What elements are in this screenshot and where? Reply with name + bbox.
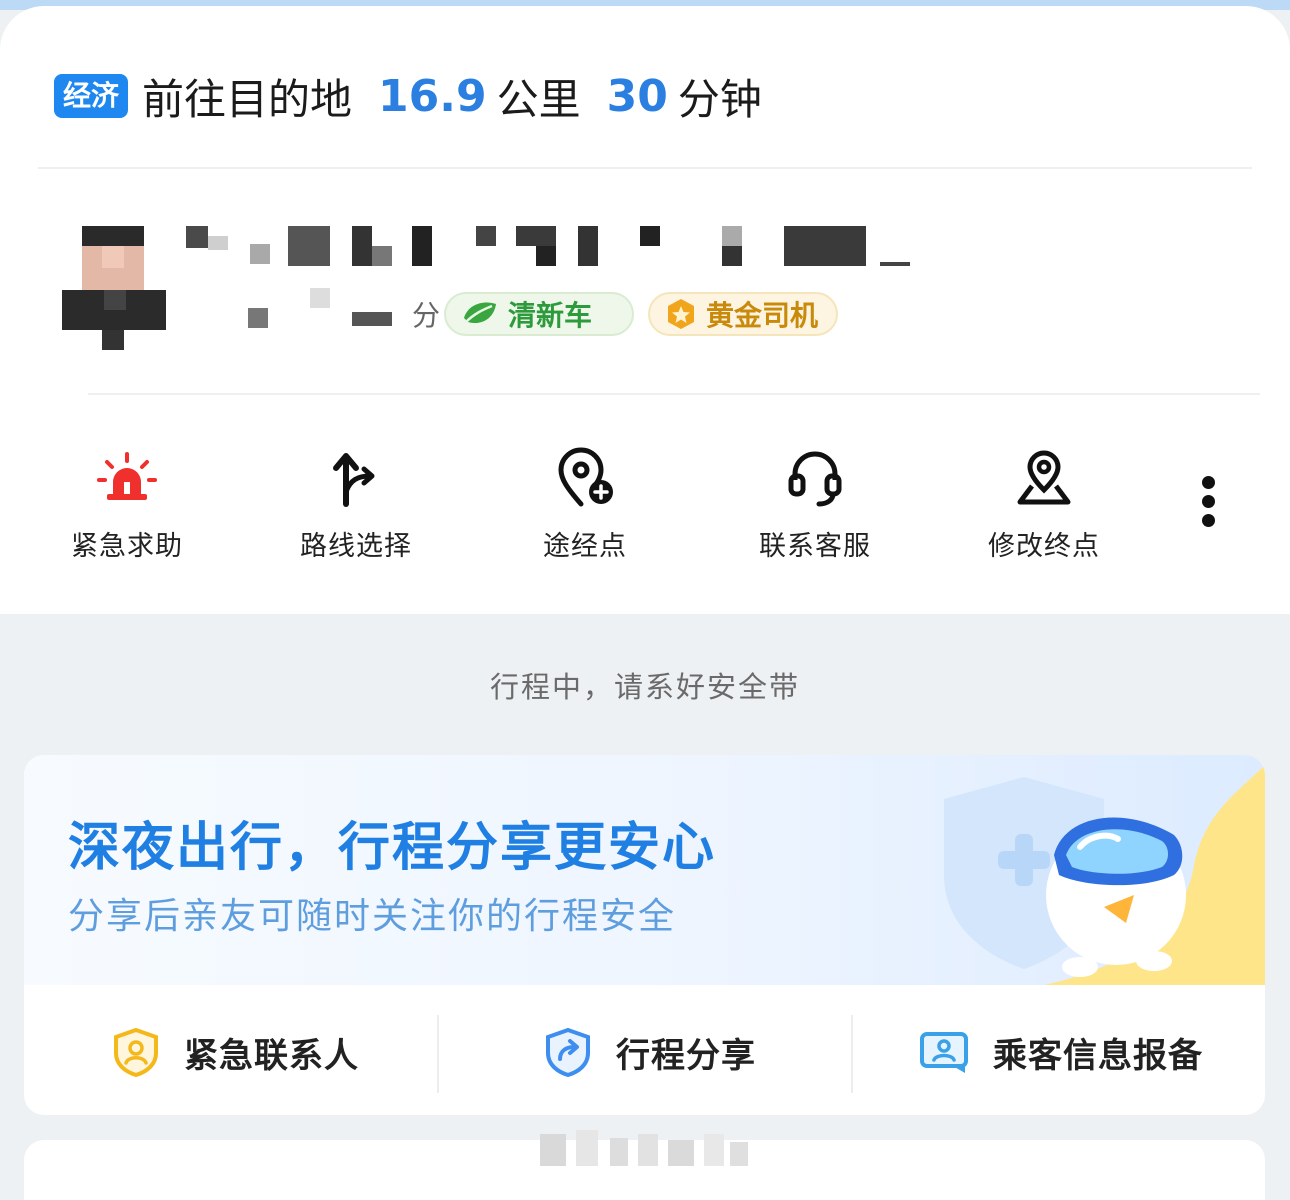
route-fork-icon — [333, 453, 375, 507]
emergency-contact-button[interactable]: 紧急联系人 — [112, 1027, 359, 1077]
action-emergency[interactable]: 紧急求助 — [47, 446, 207, 563]
seatbelt-notice: 行程中，请系好安全带 — [489, 670, 800, 704]
trip-header: 经济 前往目的地 16.9 公里 30 分钟 — [54, 66, 762, 126]
trip-share-banner[interactable]: 深夜出行，行程分享更安心 分享后亲友可随时关注你的行程安全 — [24, 755, 1265, 985]
safety-actions: 紧急联系人 行程分享 乘客信息报备 — [24, 985, 1265, 1115]
safety-item-label: 紧急联系人 — [184, 1035, 359, 1076]
mascot-shield-illustration — [944, 765, 1265, 985]
action-waypoint[interactable]: 途经点 — [505, 446, 665, 563]
divider — [88, 393, 1260, 395]
badge-clean-car: 清新车 — [444, 292, 634, 336]
action-label: 联系客服 — [759, 531, 871, 562]
divider — [437, 1015, 439, 1093]
divider — [851, 1015, 853, 1093]
emergency-contact-shield-icon — [114, 1027, 158, 1077]
driver-avatar[interactable] — [62, 226, 166, 350]
share-trip-shield-icon — [546, 1027, 590, 1077]
more-vertical-icon — [1202, 476, 1215, 489]
trip-title: 前往目的地 — [142, 74, 353, 124]
watermark-redacted — [540, 1130, 748, 1166]
action-label: 紧急求助 — [71, 531, 183, 562]
driver-rating-suffix: 分 — [412, 299, 441, 332]
safety-card: 深夜出行，行程分享更安心 分享后亲友可随时关注你的行程安全 紧急联系人 行程分享… — [24, 755, 1265, 1115]
action-label: 路线选择 — [300, 531, 412, 562]
share-trip-button[interactable]: 行程分享 — [544, 1027, 756, 1077]
banner-subtitle: 分享后亲友可随时关注你的行程安全 — [68, 896, 677, 937]
gold-medal-icon — [668, 299, 694, 329]
banner-title: 深夜出行，行程分享更安心 — [68, 818, 717, 878]
distance-value: 16.9 — [378, 70, 487, 122]
more-button[interactable] — [1196, 474, 1222, 530]
action-customer-service[interactable]: 联系客服 — [735, 446, 895, 563]
badge-gold-driver: 黄金司机 — [648, 292, 838, 336]
distance-unit: 公里 — [496, 74, 581, 124]
leaf-icon — [464, 302, 496, 324]
safety-item-label: 行程分享 — [616, 1035, 756, 1076]
badge-label: 黄金司机 — [706, 299, 819, 332]
action-edit-destination[interactable]: 修改终点 — [964, 446, 1124, 563]
passenger-info-card-icon — [920, 1032, 968, 1073]
passenger-info-button[interactable]: 乘客信息报备 — [919, 1027, 1203, 1077]
action-label: 途经点 — [543, 531, 627, 562]
badge-label: 清新车 — [508, 299, 593, 332]
add-waypoint-icon — [558, 447, 613, 507]
siren-icon — [97, 452, 157, 500]
duration-value: 30 — [606, 70, 668, 122]
edit-destination-icon — [1017, 450, 1071, 505]
ride-type-tag: 经济 — [54, 74, 129, 118]
action-label: 修改终点 — [988, 531, 1100, 562]
duration-unit: 分钟 — [677, 74, 762, 124]
headset-icon — [788, 451, 842, 507]
safety-item-label: 乘客信息报备 — [993, 1035, 1203, 1076]
action-route-select[interactable]: 路线选择 — [276, 446, 436, 563]
divider — [38, 167, 1252, 169]
